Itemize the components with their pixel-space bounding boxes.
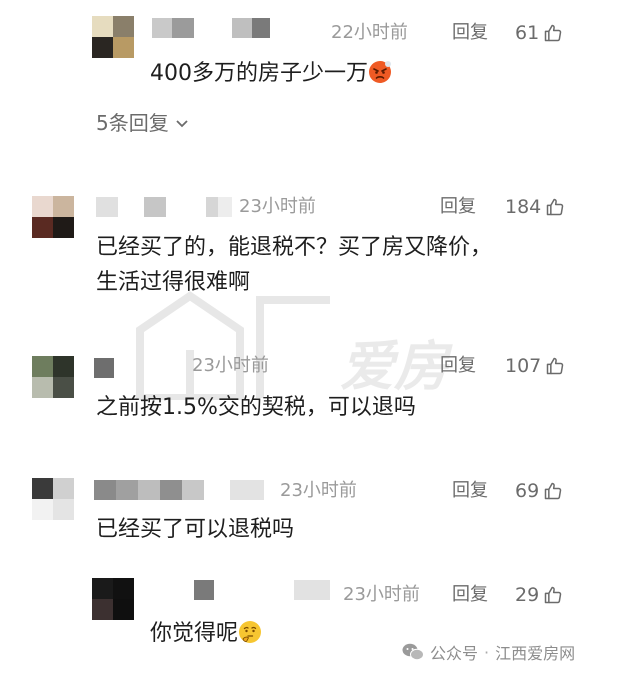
username-mosaic[interactable]: [94, 480, 264, 500]
thumbs-up-icon: [544, 586, 562, 604]
thumbs-up-icon: [544, 24, 562, 42]
like-count: 107: [505, 355, 542, 377]
wechat-icon: [402, 643, 424, 661]
like-button[interactable]: 107: [505, 355, 565, 377]
comment-text: 生活过得很难啊: [96, 270, 251, 295]
reply-button[interactable]: 回复: [452, 480, 488, 502]
comment-text-content: 400多万的房子少一万: [150, 61, 368, 86]
username-mosaic[interactable]: [152, 18, 270, 38]
comment-time: 23小时前: [343, 584, 420, 605]
avatar[interactable]: [92, 578, 134, 620]
like-button[interactable]: 69: [515, 480, 563, 502]
footer-separator: ·: [484, 642, 490, 662]
footer-platform: 公众号: [430, 644, 479, 663]
reply-button[interactable]: 回复: [452, 22, 488, 44]
source-footer: 公众号 · 江西爱房网: [402, 640, 575, 664]
reply-button[interactable]: 回复: [440, 196, 476, 218]
like-button[interactable]: 61: [515, 22, 563, 44]
reply-button[interactable]: 回复: [440, 355, 476, 377]
like-count: 29: [515, 584, 540, 606]
comment-text: 400多万的房子少一万: [150, 58, 392, 90]
comment-time: 23小时前: [280, 480, 357, 501]
comment-time: 22小时前: [331, 22, 408, 43]
like-count: 61: [515, 22, 540, 44]
comment-time: 23小时前: [192, 355, 269, 376]
thumbs-up-icon: [547, 198, 564, 216]
comment-text-content: 你觉得呢: [150, 621, 239, 646]
more-replies-button[interactable]: 5条回复: [96, 110, 189, 136]
thinking-face-icon: [239, 621, 262, 643]
comment-text: 之前按1.5%交的契税，可以退吗: [96, 395, 416, 420]
comment-text: 已经买了可以退税吗: [96, 517, 295, 542]
comment-text: 你觉得呢: [150, 618, 262, 650]
watermark-logo-icon: [136, 291, 330, 400]
comment-time: 23小时前: [239, 196, 316, 217]
thumbs-up-icon: [544, 482, 562, 500]
like-button[interactable]: 29: [515, 584, 563, 606]
like-button[interactable]: 184: [505, 196, 565, 218]
avatar[interactable]: [32, 356, 74, 398]
like-count: 184: [505, 196, 542, 218]
like-count: 69: [515, 480, 540, 502]
comment-text: 已经买了的，能退税不？买了房又降价，: [96, 235, 493, 260]
more-replies-label: 5条回复: [96, 111, 169, 135]
avatar[interactable]: [32, 478, 74, 520]
chevron-down-icon: [176, 120, 188, 128]
angry-face-icon: [369, 61, 391, 83]
avatar[interactable]: [32, 196, 74, 238]
username-mosaic[interactable]: [96, 197, 232, 217]
reply-button[interactable]: 回复: [452, 584, 488, 606]
username-mosaic[interactable]: [194, 580, 330, 600]
avatar[interactable]: [92, 16, 134, 58]
footer-account: 江西爱房网: [495, 644, 576, 663]
thumbs-up-icon: [547, 357, 564, 375]
watermark-text: 爱房: [340, 335, 448, 398]
username-mosaic[interactable]: [94, 358, 114, 378]
